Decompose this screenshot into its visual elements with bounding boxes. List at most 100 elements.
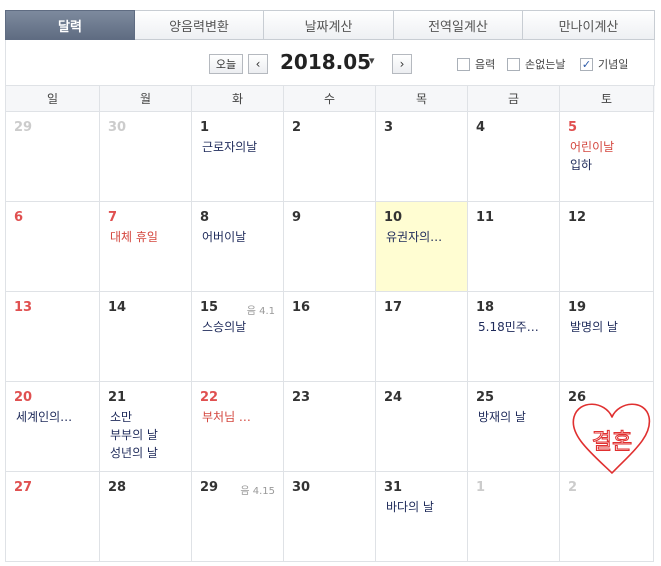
event-list: 근로자의날 bbox=[202, 138, 279, 156]
weekday-header: 일월화수목금토 bbox=[6, 86, 655, 112]
event-label[interactable]: 발명의 날 bbox=[570, 318, 649, 336]
day-cell[interactable]: 7 대체 휴일 bbox=[100, 202, 192, 292]
day-cell[interactable]: 22 부처님 … bbox=[192, 382, 284, 472]
event-label[interactable]: 스승의날 bbox=[202, 318, 279, 336]
holiday-label[interactable]: 어린이날 bbox=[570, 138, 649, 156]
event-label[interactable]: 5.18민주… bbox=[478, 318, 555, 336]
event-list: 발명의 날 bbox=[570, 318, 649, 336]
event-list: 세계인의… bbox=[16, 408, 95, 426]
tab-3[interactable]: 날짜계산 bbox=[264, 10, 394, 40]
day-cell[interactable]: 21 소만 부부의 날 성년의 날 bbox=[100, 382, 192, 472]
day-cell[interactable]: 1 bbox=[468, 472, 560, 562]
day-number: 16 bbox=[292, 300, 311, 315]
day-cell[interactable]: 9 bbox=[284, 202, 376, 292]
day-cell[interactable]: 27 bbox=[6, 472, 100, 562]
day-cell[interactable]: 17 bbox=[376, 292, 468, 382]
weekday-label: 수 bbox=[284, 86, 376, 112]
day-number: 14 bbox=[108, 300, 127, 315]
event-list: 소만 부부의 날 성년의 날 bbox=[110, 408, 187, 462]
holiday-label[interactable]: 대체 휴일 bbox=[110, 228, 187, 246]
chevron-down-icon[interactable]: ▾ bbox=[369, 54, 375, 67]
day-number: 1 bbox=[476, 480, 486, 495]
checkbox-box[interactable]: ✓ bbox=[580, 57, 593, 71]
tab-5[interactable]: 만나이계산 bbox=[523, 10, 655, 40]
event-list: 어린이날 입하 bbox=[570, 138, 649, 174]
day-cell[interactable]: 24 bbox=[376, 382, 468, 472]
day-cell[interactable]: 25 방재의 날 bbox=[468, 382, 560, 472]
event-label[interactable]: 유권자의… bbox=[386, 228, 463, 246]
next-month-button[interactable]: › bbox=[392, 54, 412, 74]
day-cell[interactable]: 28 bbox=[100, 472, 192, 562]
week-row: 13 14 15 음 4.1 스승의날 16 17 18 5.18민주… 19 발명의 날 bbox=[6, 292, 655, 382]
day-cell[interactable]: 31 바다의 날 bbox=[376, 472, 468, 562]
day-number: 4 bbox=[476, 120, 486, 135]
day-number: 27 bbox=[14, 480, 33, 495]
lunar-checkbox-label: 음력 bbox=[475, 58, 496, 71]
day-cell-today[interactable]: 10 유권자의… bbox=[376, 202, 468, 292]
day-cell[interactable]: 29 bbox=[6, 112, 100, 202]
day-number: 17 bbox=[384, 300, 403, 315]
event-label[interactable]: 근로자의날 bbox=[202, 138, 279, 156]
day-number: 1 bbox=[200, 120, 210, 135]
day-cell[interactable]: 2 bbox=[284, 112, 376, 202]
current-month-title[interactable]: 2018.05 bbox=[280, 50, 371, 74]
event-label[interactable]: 어버이날 bbox=[202, 228, 279, 246]
day-number: 29 bbox=[200, 480, 219, 495]
weekday-label: 목 bbox=[376, 86, 468, 112]
day-cell[interactable]: 16 bbox=[284, 292, 376, 382]
day-cell[interactable]: 30 bbox=[100, 112, 192, 202]
event-label[interactable]: 세계인의… bbox=[16, 408, 95, 426]
lunar-date: 음 4.1 bbox=[246, 306, 275, 317]
day-cell[interactable]: 18 5.18민주… bbox=[468, 292, 560, 382]
day-number: 30 bbox=[292, 480, 311, 495]
day-cell[interactable]: 4 bbox=[468, 112, 560, 202]
day-cell[interactable]: 2 bbox=[560, 472, 654, 562]
event-list: 스승의날 bbox=[202, 318, 279, 336]
today-button[interactable]: 오늘 bbox=[209, 54, 243, 74]
day-cell[interactable]: 19 발명의 날 bbox=[560, 292, 654, 382]
checkbox-box[interactable] bbox=[507, 57, 520, 71]
day-cell[interactable]: 11 bbox=[468, 202, 560, 292]
day-number: 19 bbox=[568, 300, 587, 315]
lunar-checkbox[interactable]: 음력 bbox=[457, 56, 495, 72]
event-label[interactable]: 바다의 날 bbox=[386, 498, 463, 516]
prev-month-button[interactable]: ‹ bbox=[248, 54, 268, 74]
memorial-day-checkbox[interactable]: ✓ 기념일 bbox=[580, 56, 628, 72]
day-cell[interactable]: 5 어린이날 입하 bbox=[560, 112, 654, 202]
tab-1[interactable]: 달력 bbox=[5, 10, 135, 40]
day-number: 21 bbox=[108, 390, 127, 405]
day-cell[interactable]: 3 bbox=[376, 112, 468, 202]
event-label[interactable]: 성년의 날 bbox=[110, 444, 187, 462]
event-label[interactable]: 부부의 날 bbox=[110, 426, 187, 444]
event-list: 방재의 날 bbox=[478, 408, 555, 426]
day-number: 25 bbox=[476, 390, 495, 405]
memorial-day-checkbox-label: 기념일 bbox=[598, 58, 629, 71]
event-label[interactable]: 방재의 날 bbox=[478, 408, 555, 426]
chevron-left-icon: ‹ bbox=[255, 57, 261, 71]
day-number: 24 bbox=[384, 390, 403, 405]
day-cell[interactable]: 15 음 4.1 스승의날 bbox=[192, 292, 284, 382]
day-cell[interactable]: 14 bbox=[100, 292, 192, 382]
day-number: 11 bbox=[476, 210, 495, 225]
day-cell[interactable]: 8 어버이날 bbox=[192, 202, 284, 292]
tab-4[interactable]: 전역일계산 bbox=[394, 10, 523, 40]
tab-2[interactable]: 양음력변환 bbox=[135, 10, 264, 40]
checkbox-box[interactable] bbox=[457, 57, 470, 71]
day-cell[interactable]: 1 근로자의날 bbox=[192, 112, 284, 202]
day-number: 12 bbox=[568, 210, 587, 225]
day-cell[interactable]: 12 bbox=[560, 202, 654, 292]
event-label[interactable]: 소만 bbox=[110, 408, 187, 426]
day-cell[interactable]: 6 bbox=[6, 202, 100, 292]
day-cell[interactable]: 20 세계인의… bbox=[6, 382, 100, 472]
day-cell[interactable]: 13 bbox=[6, 292, 100, 382]
day-number: 2 bbox=[568, 480, 578, 495]
day-cell[interactable]: 29 음 4.15 bbox=[192, 472, 284, 562]
day-number: 6 bbox=[14, 210, 24, 225]
heart-icon: 결혼 bbox=[572, 403, 651, 474]
day-number: 10 bbox=[384, 210, 403, 225]
day-cell[interactable]: 30 bbox=[284, 472, 376, 562]
day-cell[interactable]: 23 bbox=[284, 382, 376, 472]
holiday-label[interactable]: 부처님 … bbox=[202, 408, 279, 426]
noloss-day-checkbox[interactable]: 손없는날 bbox=[507, 56, 565, 72]
event-label[interactable]: 입하 bbox=[570, 156, 649, 174]
